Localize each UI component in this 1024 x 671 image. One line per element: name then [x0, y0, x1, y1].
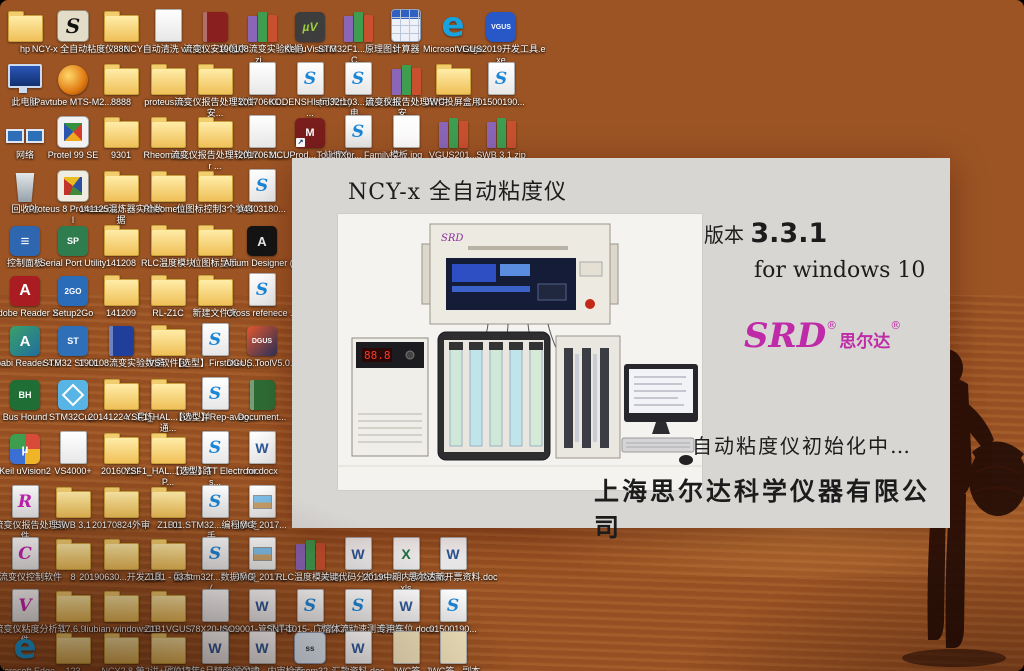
- instrument-photo: SRD 88.8: [338, 214, 702, 490]
- desktop-icon[interactable]: SWB 3.1.zip: [456, 114, 546, 161]
- vgus-icon: VGUS: [456, 8, 546, 42]
- registered-mark-icon: ®: [890, 319, 901, 332]
- desktop-icon[interactable]: S 01500190...: [456, 61, 546, 108]
- desktop-icon[interactable]: S01500190...: [408, 588, 498, 635]
- brand-srd-text: SRD: [744, 316, 826, 356]
- icon-label: 思尔达新开票资料.doc: [408, 572, 498, 583]
- splash-dialog: NCY-x 全自动粘度仪 SRD: [292, 158, 950, 528]
- platform-text: for windows 10: [754, 258, 925, 283]
- desktop-screen: hpSNCY-x 全自动粘度仪888NCY自动清洗 win10...流变仪安装程…: [0, 0, 1024, 671]
- icon-label: 01500190...: [456, 97, 546, 108]
- desktop-icon[interactable]: VGUSVGUS2019开发工具.exe: [456, 8, 546, 67]
- brand-cn-text: 思尔达: [839, 332, 890, 352]
- desktop-icon[interactable]: W 思尔达新开票资料.doc: [408, 536, 498, 583]
- pdf-icon: S: [456, 61, 546, 95]
- version-label: 版本: [704, 223, 744, 247]
- company-name: 上海思尔达科学仪器有限公司: [594, 472, 950, 544]
- instrument-illustration: SRD 88.8: [338, 214, 702, 490]
- registered-mark-icon: ®: [826, 319, 837, 332]
- version-number: 3.3.1: [750, 218, 827, 249]
- pdf-icon: S: [408, 588, 498, 622]
- rar-icon: [456, 114, 546, 148]
- svg-text:88.8: 88.8: [364, 349, 391, 362]
- word-icon: W: [408, 536, 498, 570]
- splash-title: NCY-x 全自动粘度仪: [348, 174, 567, 206]
- jwc-icon: [408, 630, 498, 664]
- init-status-text: 自动粘度仪初始化中…: [692, 430, 912, 459]
- icon-label: JWC签 - 副本: [408, 666, 498, 671]
- svg-text:SRD: SRD: [441, 233, 463, 244]
- version-row: 版本 3.3.1: [704, 218, 827, 249]
- brand-logo: SRD®思尔达®: [744, 316, 901, 356]
- desktop-icon[interactable]: JWC签 - 副本: [408, 630, 498, 671]
